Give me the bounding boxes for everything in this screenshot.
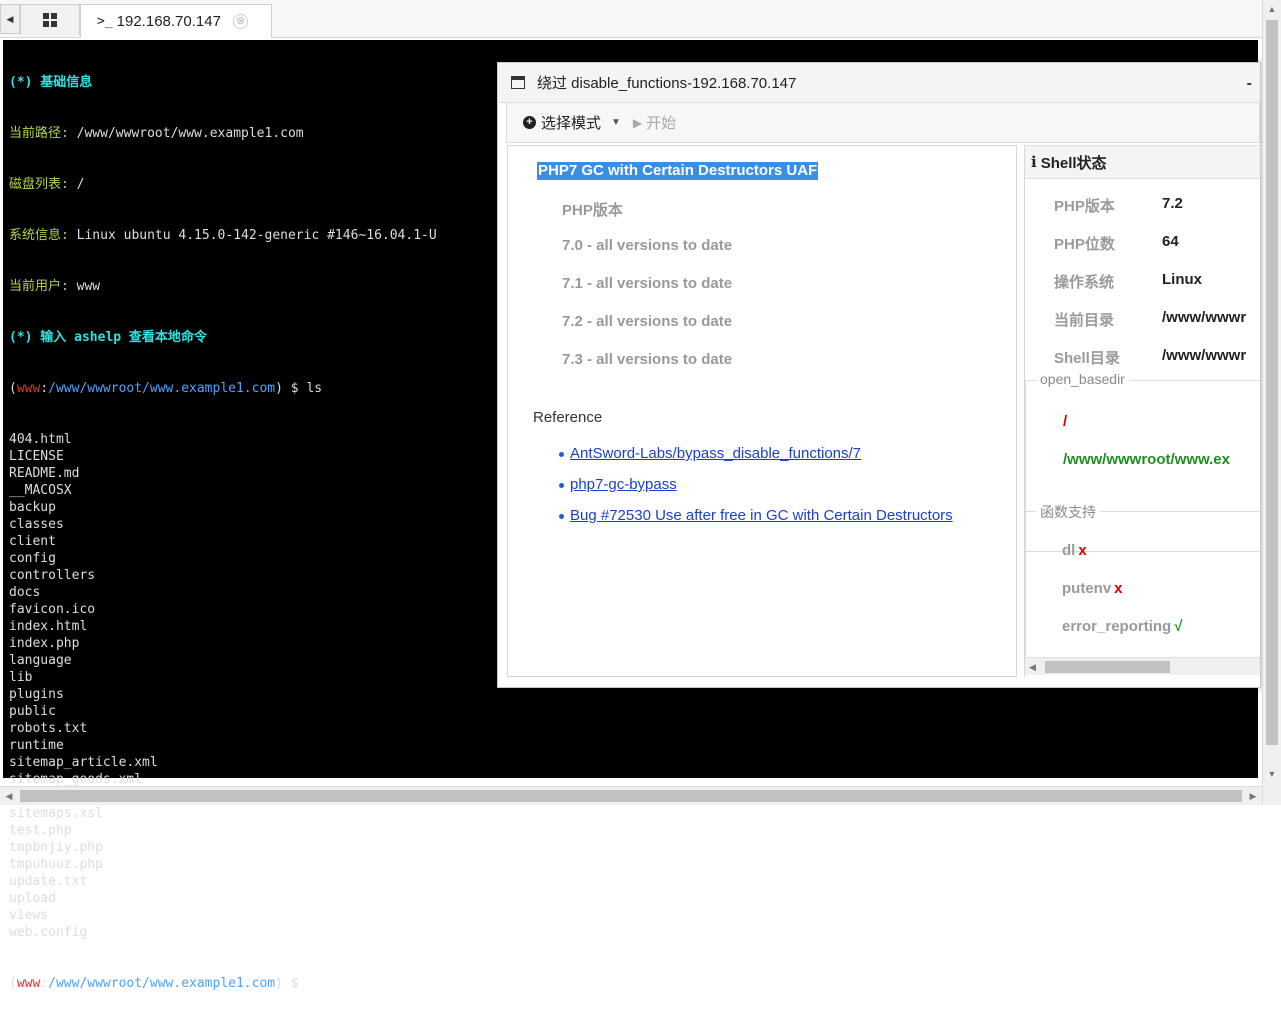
reference-link-antsword[interactable]: AntSword-Labs/bypass_disable_functions/7 (570, 445, 861, 462)
status-key: 当前目录 (1054, 312, 1115, 329)
scrollbar-thumb[interactable] (1266, 20, 1278, 745)
status-key: PHP位数 (1054, 236, 1115, 253)
window-title: 绕过 disable_functions-192.168.70.147 (537, 75, 797, 92)
status-value: /www/wwwr (1162, 347, 1247, 364)
status-key: Shell目录 (1054, 350, 1120, 367)
window-titlebar[interactable]: 绕过 disable_functions-192.168.70.147 - (498, 63, 1260, 103)
terminal-file-entry: tmpuhuuz.php (9, 857, 103, 872)
tab-bar: ◀ >_ 192.168.70.147 ⊗ (0, 0, 1262, 38)
status-key: PHP版本 (1054, 198, 1115, 215)
play-icon: ▶ (632, 115, 643, 130)
window-icon (511, 76, 525, 89)
chevron-left-icon[interactable]: ◀ (0, 787, 18, 805)
close-icon[interactable]: ⊗ (232, 14, 248, 29)
version-item: 7.1 - all versions to date (562, 275, 733, 292)
reference-item: php7-gc-bypass (559, 476, 953, 507)
plus-circle-icon: + (523, 116, 536, 129)
reference-item: AntSword-Labs/bypass_disable_functions/7 (559, 445, 953, 476)
terminal-file-entry: public (9, 704, 56, 719)
tab-terminal-label: 192.168.70.147 (116, 13, 221, 30)
reference-label: Reference (533, 409, 603, 426)
caret-down-icon: ▼ (611, 117, 621, 128)
terminal-file-entry: update.txt (9, 874, 88, 889)
chevron-right-icon[interactable]: ▶ (1244, 787, 1262, 805)
window-toolbar: + 选择模式 ▼ ▶ 开始 (506, 103, 1260, 143)
reference-list: AntSword-Labs/bypass_disable_functions/7… (559, 445, 953, 538)
bypass-window: 绕过 disable_functions-192.168.70.147 - + … (497, 62, 1261, 688)
terminal-file-entry: views (9, 908, 49, 923)
function-error-reporting: error_reporting √ (1062, 618, 1183, 635)
start-label: 开始 (646, 115, 677, 132)
functions-legend: 函数支持 (1036, 502, 1100, 522)
terminal-file-entry: sitemaps.xsl (9, 806, 103, 821)
chevron-down-icon[interactable]: ▼ (1263, 765, 1281, 783)
chevron-left-icon[interactable]: ◀ (1029, 662, 1036, 673)
terminal-file-entry: upload (9, 891, 56, 906)
shell-status-panel: i Shell状态 PHP版本 7.2 PHP位数 64 操作系统 Linux … (1024, 145, 1260, 677)
version-item: 7.3 - all versions to date (562, 351, 733, 368)
mode-select-label: 选择模式 (541, 115, 602, 132)
mode-select-button[interactable]: + 选择模式 ▼ (523, 112, 621, 133)
cross-icon: x (1078, 542, 1087, 559)
scrollbar-thumb[interactable] (20, 790, 1242, 802)
open-basedir-root: / (1063, 413, 1068, 430)
status-key: 操作系统 (1054, 274, 1115, 291)
tab-scroll-left-button[interactable]: ◀ (0, 4, 20, 34)
shell-status-title: Shell状态 (1040, 154, 1107, 172)
status-value: 64 (1162, 233, 1179, 250)
tab-home[interactable] (20, 4, 80, 35)
terminal-file-entry: robots.txt (9, 721, 88, 736)
vertical-scrollbar[interactable]: ▲ ▼ (1262, 0, 1281, 805)
exploit-title: PHP7 GC with Certain Destructors UAF (537, 162, 819, 180)
function-putenv: putenv x (1062, 580, 1123, 597)
status-value: Linux (1162, 271, 1202, 288)
function-dl: dl x (1062, 542, 1087, 559)
minimize-button[interactable]: - (1247, 75, 1252, 93)
version-item: 7.0 - all versions to date (562, 237, 733, 254)
status-value: 7.2 (1162, 195, 1183, 212)
status-value: /www/wwwr (1162, 309, 1247, 326)
version-item: 7.2 - all versions to date (562, 313, 733, 330)
functions-group: 函数支持 dl x putenv x error_reporting √ (1025, 502, 1260, 661)
reference-item: Bug #72530 Use after free in GC with Cer… (559, 507, 953, 538)
terminal-file-entry: test.php (9, 823, 72, 838)
exploit-info-panel: PHP7 GC with Certain Destructors UAF PHP… (507, 145, 1017, 677)
grid-icon (43, 13, 57, 27)
terminal-file-entry: plugins (9, 687, 64, 702)
reference-link-php7-gc[interactable]: php7-gc-bypass (570, 476, 677, 493)
cross-icon: x (1114, 580, 1123, 597)
start-button[interactable]: ▶ 开始 (633, 112, 676, 133)
php-version-heading: PHP版本 (562, 202, 623, 219)
terminal-file-entry: runtime (9, 738, 64, 753)
check-icon: √ (1174, 618, 1183, 635)
horizontal-scrollbar[interactable]: ◀ ▶ (0, 786, 1262, 805)
terminal-file-entry: sitemap_article.xml (9, 755, 158, 770)
tab-terminal[interactable]: >_ 192.168.70.147 ⊗ (80, 4, 272, 38)
scrollbar-thumb[interactable] (1045, 661, 1170, 673)
terminal-file-entry: web.config (9, 925, 88, 940)
status-horizontal-scrollbar[interactable]: ◀ (1025, 657, 1260, 675)
reference-link-bug-72530[interactable]: Bug #72530 Use after free in GC with Cer… (570, 507, 953, 524)
shell-status-header: i Shell状态 (1025, 145, 1260, 179)
terminal-icon: >_ (97, 14, 113, 29)
info-icon: i (1031, 153, 1037, 171)
open-basedir-legend: open_basedir (1036, 371, 1129, 387)
chevron-left-icon: ◀ (6, 13, 14, 24)
terminal-prompt-line-current: (www:/www/wwwroot/www.example1.com) $ (9, 976, 299, 991)
open-basedir-path: /www/wwwroot/www.ex (1063, 451, 1230, 468)
chevron-up-icon[interactable]: ▲ (1263, 0, 1281, 18)
terminal-file-entry: tmpbnjiy.php (9, 840, 103, 855)
